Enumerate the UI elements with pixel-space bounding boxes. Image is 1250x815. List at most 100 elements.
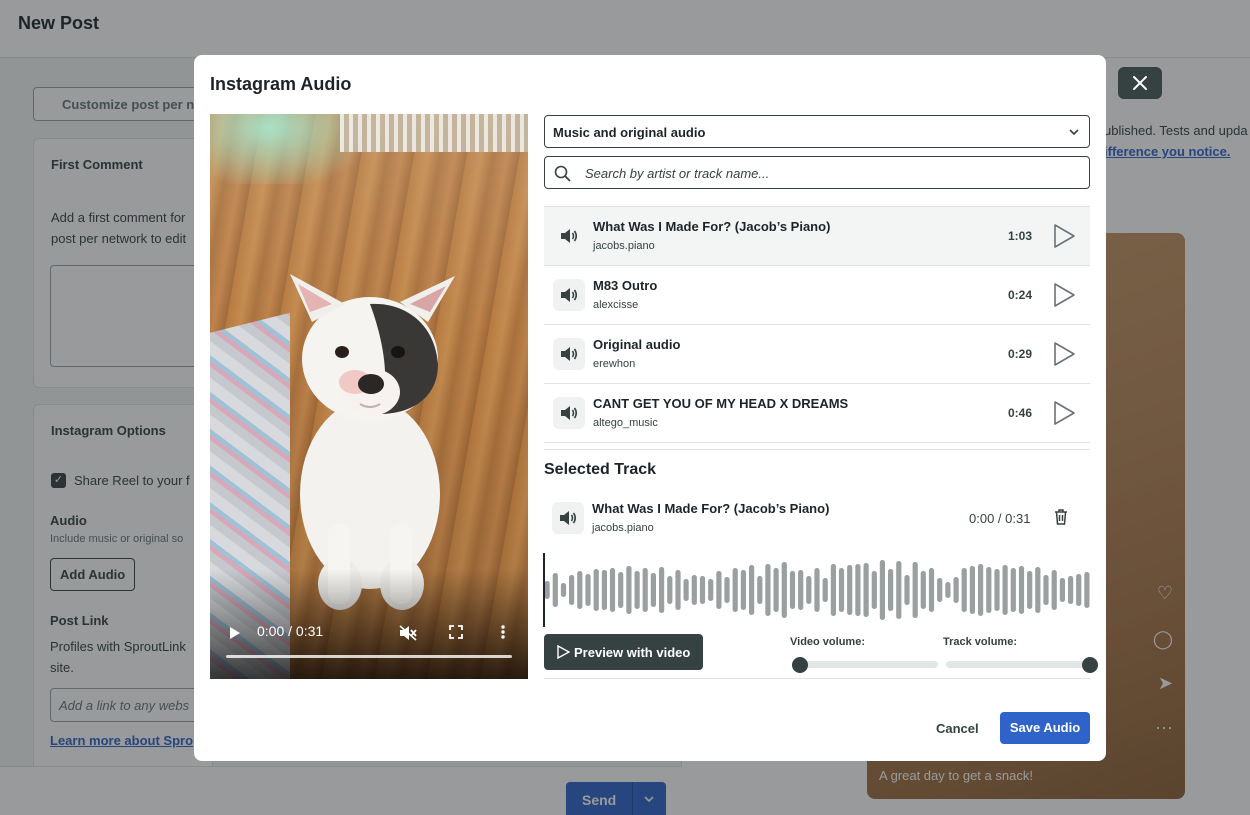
track-artist: alexcisse: [593, 299, 639, 311]
divider: [544, 678, 1090, 679]
track-duration: 0:29: [1007, 347, 1032, 361]
waveform-bar: [634, 571, 640, 609]
waveform-bar: [560, 583, 567, 597]
chevron-down-icon: [1069, 129, 1079, 136]
video-volume-knob[interactable]: [792, 656, 808, 673]
play-icon[interactable]: [1052, 341, 1076, 367]
waveform-bar: [642, 568, 648, 612]
waveform-bar: [765, 564, 771, 616]
waveform-bar: [740, 570, 746, 610]
speaker-icon: [553, 338, 585, 370]
video-progress-bar[interactable]: [226, 655, 512, 658]
waveform-bar: [994, 569, 1000, 611]
waveform-bar: [609, 568, 616, 612]
waveform-bar: [1035, 567, 1041, 613]
waveform-bar: [1027, 571, 1033, 609]
video-time: 0:00 / 0:31: [257, 623, 324, 639]
waveform-bar: [904, 575, 910, 605]
video-volume-label: Video volume:: [790, 636, 865, 648]
preview-button-label: Preview with video: [574, 644, 691, 660]
waveform-bar: [1068, 576, 1074, 604]
play-icon[interactable]: [229, 626, 241, 640]
track-search[interactable]: [544, 156, 1090, 189]
speaker-icon: [553, 279, 585, 311]
waveform-bar: [749, 565, 755, 615]
waveform-bar: [683, 579, 689, 601]
waveform-bar: [986, 567, 992, 613]
waveform-bar: [912, 562, 918, 618]
track-volume-knob[interactable]: [1082, 656, 1098, 673]
waveform-bar: [732, 568, 738, 612]
waveform-bar: [1002, 565, 1008, 615]
track-name: CANT GET YOU OF MY HEAD X DREAMS: [593, 396, 849, 411]
speaker-icon: [553, 397, 585, 429]
waveform-bar: [978, 564, 984, 616]
close-modal-button[interactable]: [1118, 67, 1162, 99]
waveform-bar: [814, 568, 820, 612]
play-icon[interactable]: [1052, 282, 1076, 308]
track-artist: erewhon: [593, 358, 636, 370]
fullscreen-icon[interactable]: [449, 625, 463, 639]
video-volume-slider[interactable]: [792, 656, 938, 673]
playhead-cursor[interactable]: [543, 553, 545, 627]
selected-track-time: 0:00 / 0:31: [969, 511, 1031, 526]
audio-type-value: Music and original audio: [553, 125, 706, 140]
waveform-bar: [847, 565, 853, 615]
waveform-bar: [757, 576, 763, 604]
waveform-bar: [969, 566, 975, 614]
track-row[interactable]: Original audio erewhon 0:29: [544, 325, 1090, 384]
play-icon[interactable]: [1052, 223, 1076, 249]
track-artist: jacobs.piano: [593, 240, 655, 252]
waveform-bar: [569, 575, 575, 605]
muted-icon[interactable]: [399, 625, 417, 641]
waveform-bar: [691, 575, 697, 605]
waveform-bar: [716, 571, 722, 609]
speaker-icon: [553, 220, 585, 252]
waveform-bar: [888, 569, 894, 611]
track-row[interactable]: M83 Outro alexcisse 0:24: [544, 266, 1090, 325]
waveform-bar: [830, 564, 836, 616]
cancel-button[interactable]: Cancel: [930, 717, 985, 740]
track-list: What Was I Made For? (Jacob’s Piano) jac…: [544, 206, 1090, 443]
audio-type-select[interactable]: Music and original audio: [544, 115, 1090, 148]
play-icon[interactable]: [1052, 400, 1076, 426]
waveform-bar: [838, 568, 845, 612]
more-options-icon[interactable]: [501, 625, 505, 639]
waveform-bar: [937, 578, 943, 602]
close-icon: [1133, 76, 1147, 90]
waveform-bar: [593, 569, 599, 611]
waveform-bar: [626, 566, 632, 614]
track-volume-slider[interactable]: [946, 656, 1098, 673]
waveform-bar: [879, 560, 885, 620]
video-player[interactable]: 0:00 / 0:31: [210, 114, 528, 679]
waveform-bar: [618, 572, 624, 608]
trash-icon[interactable]: [1054, 509, 1068, 525]
search-input[interactable]: [585, 163, 1075, 183]
track-artist: altego_music: [593, 417, 658, 429]
waveform-bar: [1043, 575, 1049, 605]
selected-track-artist: jacobs.piano: [592, 522, 654, 534]
track-row[interactable]: What Was I Made For? (Jacob’s Piano) jac…: [544, 207, 1090, 266]
selected-track-name: What Was I Made For? (Jacob’s Piano): [592, 501, 830, 516]
waveform-bar: [552, 573, 558, 607]
waveform-bar: [928, 568, 935, 612]
track-row[interactable]: CANT GET YOU OF MY HEAD X DREAMS altego_…: [544, 384, 1090, 443]
modal-title: Instagram Audio: [210, 74, 352, 94]
waveform-bar: [863, 563, 869, 617]
waveform-bar: [806, 576, 812, 604]
waveform-bar: [1076, 574, 1082, 606]
save-audio-button[interactable]: Save Audio: [1000, 712, 1090, 744]
preview-with-video-button[interactable]: Preview with video: [544, 634, 703, 670]
speaker-icon: [552, 502, 584, 534]
track-duration: 1:03: [1007, 229, 1032, 243]
waveform-bar: [1059, 578, 1065, 602]
waveform-bar: [1051, 570, 1057, 610]
track-volume-label: Track volume:: [943, 636, 1017, 648]
instagram-audio-modal: Instagram Audio 0:00 / 0:31 Music and or…: [194, 55, 1106, 761]
audio-waveform[interactable]: [543, 553, 1091, 627]
waveform-bar: [577, 571, 583, 609]
track-duration: 0:46: [1007, 406, 1032, 420]
waveform-bar: [667, 576, 673, 604]
waveform-bar: [789, 571, 796, 609]
divider: [544, 449, 1090, 450]
